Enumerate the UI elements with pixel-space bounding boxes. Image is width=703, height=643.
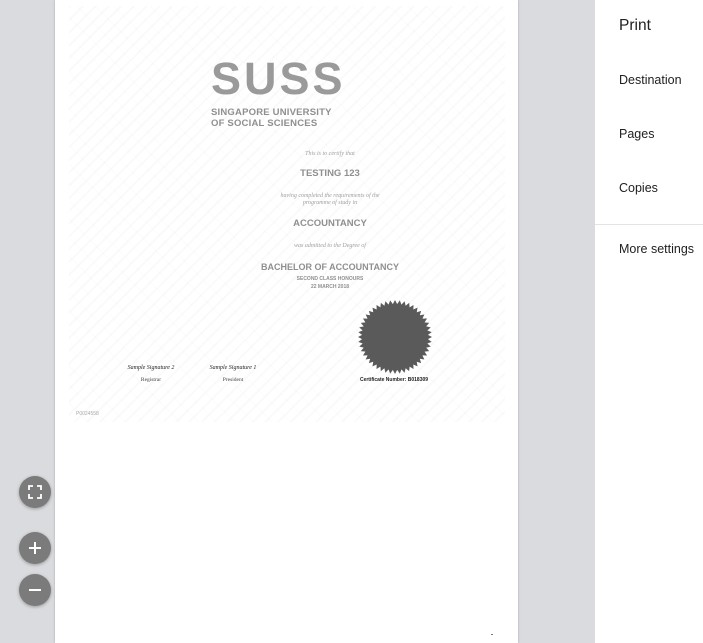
president-role: President xyxy=(222,377,244,383)
reference-code: P0024558 xyxy=(76,411,99,417)
fit-to-page-button[interactable] xyxy=(19,476,51,508)
plus-icon xyxy=(29,542,41,554)
page-mark xyxy=(491,634,493,635)
preview-page: SUSS SINGAPORE UNIVERSITY OF SOCIAL SCIE… xyxy=(55,0,518,643)
president-signature: Sample Signature 1 xyxy=(209,365,257,371)
certificate-number-label: Certificate Number: xyxy=(359,377,407,383)
certify-text: This is to certify that xyxy=(305,151,355,157)
pages-label: Pages xyxy=(619,127,655,141)
seal-icon xyxy=(358,300,432,374)
logo-text: SUSS xyxy=(211,53,346,104)
suss-logo: SUSS xyxy=(211,55,343,103)
award-date: 22 MARCH 2018 xyxy=(310,284,350,290)
panel-divider xyxy=(595,224,703,225)
print-preview-area: SUSS SINGAPORE UNIVERSITY OF SOCIAL SCIE… xyxy=(0,0,595,643)
print-settings-panel: Print Destination Pages Copies More sett… xyxy=(595,0,703,643)
graduate-name: TESTING 123 xyxy=(300,168,360,179)
copies-label: Copies xyxy=(619,181,658,195)
minus-icon xyxy=(29,589,41,591)
programme-name: ACCOUNTANCY xyxy=(293,218,367,229)
university-line-1: SINGAPORE UNIVERSITY xyxy=(211,107,332,118)
honours-text: SECOND CLASS HONOURS xyxy=(296,276,364,282)
zoom-in-button[interactable] xyxy=(19,532,51,564)
degree-name: BACHELOR OF ACCOUNTANCY xyxy=(261,262,399,272)
certificate-number-value: B018309 xyxy=(407,377,429,383)
registrar-role: Registrar xyxy=(140,377,162,383)
print-title: Print xyxy=(619,17,651,34)
fit-to-page-icon xyxy=(28,485,42,499)
completed-line-2: programme of study in xyxy=(302,200,358,206)
zoom-out-button[interactable] xyxy=(19,574,51,606)
more-settings-toggle[interactable]: More settings xyxy=(619,242,694,256)
admitted-text: was admitted to the Degree of xyxy=(294,243,366,249)
university-line-2: OF SOCIAL SCIENCES xyxy=(211,118,318,129)
certificate-number: Certificate Number: B018309 xyxy=(349,377,439,383)
registrar-signature: Sample Signature 2 xyxy=(127,365,175,371)
university-name: SINGAPORE UNIVERSITY OF SOCIAL SCIENCES xyxy=(211,107,351,129)
destination-label: Destination xyxy=(619,73,682,87)
